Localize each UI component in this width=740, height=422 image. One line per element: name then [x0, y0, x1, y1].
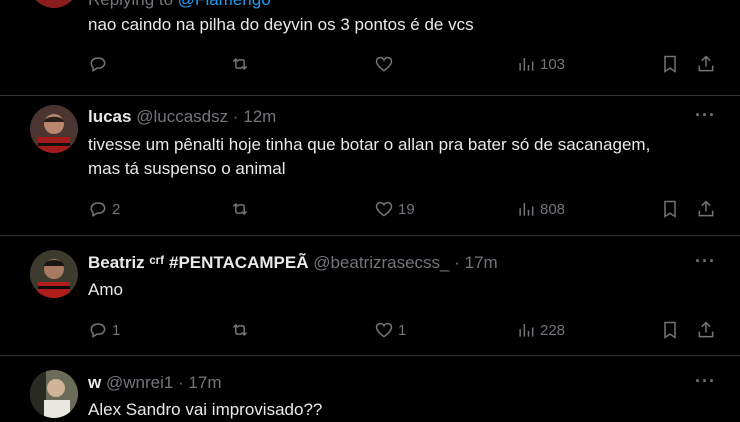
views-button[interactable]: 808	[516, 197, 565, 221]
reply-icon	[90, 57, 106, 72]
timestamp[interactable]: · 17m	[454, 253, 497, 272]
display-name[interactable]: w	[88, 373, 101, 392]
bookmark-button[interactable]	[660, 197, 680, 221]
views-count: 228	[540, 321, 566, 339]
display-name[interactable]: lucas	[88, 107, 131, 126]
tweet[interactable]: Beatriz ᶜʳᶠ #PENTACAMPEÃ @beatrizrasecss…	[0, 236, 740, 356]
views-button[interactable]: 103	[516, 52, 565, 76]
avatar[interactable]	[30, 105, 78, 153]
views-count: 103	[540, 55, 566, 73]
display-name[interactable]: Beatriz ᶜʳᶠ #PENTACAMPEÃ	[88, 253, 308, 272]
more-options-icon[interactable]: ···	[695, 251, 716, 272]
reply-button[interactable]: 1	[88, 318, 120, 342]
reply-count: 1	[112, 321, 121, 339]
heart-icon	[375, 56, 393, 72]
like-button[interactable]	[374, 52, 394, 76]
more-options-icon[interactable]: ···	[695, 371, 716, 392]
share-button[interactable]	[696, 52, 716, 76]
bookmark-button[interactable]	[660, 52, 680, 76]
reply-button[interactable]: 2	[88, 197, 120, 221]
tweet-header: Beatriz ᶜʳᶠ #PENTACAMPEÃ @beatrizrasecss…	[88, 253, 498, 273]
avatar[interactable]	[30, 370, 78, 418]
retweet-button[interactable]	[230, 318, 250, 342]
tweet-text: Alex Sandro vai improvisado??	[88, 400, 323, 419]
handle[interactable]: @beatrizrasecss_	[313, 253, 449, 272]
reply-count: 2	[112, 200, 121, 218]
like-count: 19	[398, 200, 415, 218]
tweet-actions: 1 1 228	[88, 318, 718, 342]
share-icon	[698, 321, 714, 338]
avatar[interactable]	[30, 0, 78, 8]
bookmark-icon	[664, 55, 676, 73]
replying-to: Replying to @Flamengo	[88, 0, 271, 10]
retweet-icon	[232, 323, 248, 337]
tweet-text: nao caindo na pilha do deyvin os 3 ponto…	[88, 15, 474, 34]
like-button[interactable]: 1	[374, 318, 406, 342]
share-button[interactable]	[696, 197, 716, 221]
reply-button[interactable]	[88, 52, 108, 76]
tweet-actions: 2 19 808	[88, 197, 718, 221]
share-icon	[698, 200, 714, 217]
retweet-button[interactable]	[230, 52, 250, 76]
tweet[interactable]: w @wnrei1 · 17m ··· Alex Sandro vai impr…	[0, 356, 740, 419]
heart-icon	[375, 201, 393, 217]
share-button[interactable]	[696, 318, 716, 342]
timestamp[interactable]: · 12m	[233, 107, 276, 126]
bookmark-icon	[664, 200, 676, 218]
avatar[interactable]	[30, 250, 78, 298]
reply-icon	[90, 202, 106, 217]
analytics-icon	[519, 58, 534, 71]
tweet-top[interactable]: Replying to @Flamengo nao caindo na pilh…	[0, 0, 740, 96]
bookmark-button[interactable]	[660, 318, 680, 342]
tweet-text-line: mas tá suspenso o animal	[88, 159, 286, 178]
tweet-text: tivesse um pênalti hoje tinha que botar …	[88, 133, 650, 181]
more-options-icon[interactable]: ···	[695, 105, 716, 126]
tweet-header: w @wnrei1 · 17m	[88, 373, 222, 393]
handle[interactable]: @wnrei1	[106, 373, 173, 392]
retweet-button[interactable]	[230, 197, 250, 221]
heart-icon	[375, 322, 393, 338]
share-icon	[698, 55, 714, 72]
tweet-header: lucas @luccasdsz · 12m	[88, 107, 276, 127]
retweet-icon	[232, 202, 248, 216]
like-count: 1	[398, 321, 407, 339]
reply-icon	[90, 323, 106, 338]
analytics-icon	[519, 203, 534, 216]
analytics-icon	[519, 324, 534, 337]
tweet[interactable]: lucas @luccasdsz · 12m ··· tivesse um pê…	[0, 95, 740, 236]
views-count: 808	[540, 200, 566, 218]
bookmark-icon	[664, 321, 676, 339]
tweet-text-line: tivesse um pênalti hoje tinha que botar …	[88, 135, 651, 154]
like-button[interactable]: 19	[374, 197, 415, 221]
handle[interactable]: @luccasdsz	[136, 107, 228, 126]
views-button[interactable]: 228	[516, 318, 565, 342]
retweet-icon	[232, 57, 248, 71]
timestamp[interactable]: · 17m	[178, 373, 221, 392]
tweet-actions: 103	[88, 52, 718, 76]
replying-handle-link[interactable]: @Flamengo	[178, 0, 271, 9]
tweet-text: Amo	[88, 280, 123, 299]
